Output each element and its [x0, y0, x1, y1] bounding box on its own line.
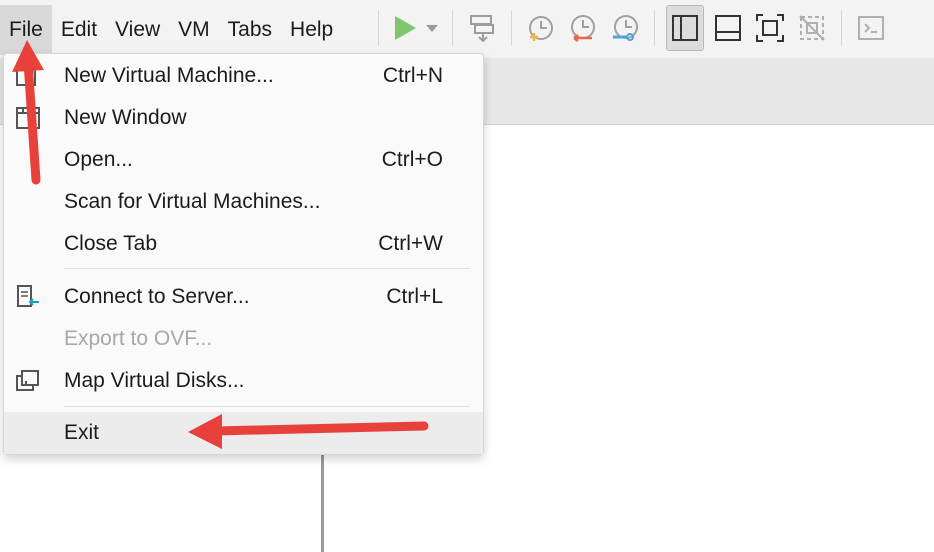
menu-separator	[64, 406, 470, 407]
file-menu-dropdown: New Virtual Machine... Ctrl+N New Window…	[3, 53, 484, 455]
full-screen-icon	[756, 14, 784, 42]
snapshot-icon	[529, 16, 553, 41]
menu-item-label: New Window	[64, 106, 187, 129]
console-view-button[interactable]	[853, 6, 889, 50]
new-vm-icon	[14, 62, 42, 90]
show-library-button[interactable]	[666, 5, 704, 51]
menu-item-scan-for-virtual-machines[interactable]: Scan for Virtual Machines...	[4, 181, 483, 223]
power-dropdown-button[interactable]	[423, 6, 441, 50]
full-screen-button[interactable]	[752, 6, 788, 50]
menu-item-connect-to-server[interactable]: Connect to Server... Ctrl+L	[4, 276, 483, 318]
menu-item-label: Map Virtual Disks...	[64, 369, 245, 392]
menu-item-label: New Virtual Machine...	[64, 64, 274, 87]
menu-edit[interactable]: Edit	[52, 5, 106, 55]
power-on-button[interactable]	[390, 6, 420, 50]
shortcut-label: Ctrl+W	[378, 232, 443, 255]
send-ctrl-alt-del-button[interactable]	[464, 6, 500, 50]
menu-item-label: Close Tab	[64, 232, 158, 255]
toolbar-separator	[378, 10, 379, 46]
menu-separator	[64, 268, 470, 269]
menu-item-open[interactable]: Open... Ctrl+O	[4, 139, 483, 181]
take-snapshot-button[interactable]	[523, 6, 559, 50]
send-keys-icon	[470, 15, 494, 43]
console-view-icon	[858, 16, 884, 40]
revert-snapshot-icon	[571, 15, 595, 42]
menu-item-label: Exit	[64, 421, 100, 444]
new-window-icon	[14, 104, 42, 132]
menu-vm[interactable]: VM	[169, 5, 219, 55]
menu-item-exit[interactable]: Exit	[4, 412, 483, 454]
menu-bar: File Edit View VM Tabs Help	[0, 0, 342, 56]
show-thumbnail-bar-button[interactable]	[710, 6, 746, 50]
shortcut-label: Ctrl+O	[381, 148, 443, 171]
map-disks-icon	[14, 367, 42, 395]
unity-button[interactable]	[794, 6, 830, 50]
toolbar-separator	[654, 10, 655, 46]
menu-item-export-to-ovf: Export to OVF...	[4, 318, 483, 360]
menu-file[interactable]: File	[0, 4, 52, 55]
menu-item-new-virtual-machine[interactable]: New Virtual Machine... Ctrl+N	[4, 55, 483, 97]
menu-tabs[interactable]: Tabs	[219, 5, 281, 55]
snapshot-manager-icon	[613, 15, 638, 41]
shortcut-label: Ctrl+L	[386, 285, 443, 308]
toolbar-separator	[841, 10, 842, 46]
menu-item-label: Scan for Virtual Machines...	[64, 190, 321, 213]
toolbar-separator	[452, 10, 453, 46]
menu-item-label: Open...	[64, 148, 133, 171]
chevron-down-icon	[426, 25, 438, 32]
connect-server-icon	[14, 283, 42, 311]
unity-icon	[799, 15, 825, 41]
bottom-panel-layout-icon	[715, 15, 741, 41]
menu-item-map-virtual-disks[interactable]: Map Virtual Disks...	[4, 360, 483, 402]
play-icon	[395, 16, 416, 40]
top-bar: File Edit View VM Tabs Help	[0, 0, 934, 58]
menu-item-close-tab[interactable]: Close Tab Ctrl+W	[4, 223, 483, 265]
menu-item-new-window[interactable]: New Window	[4, 97, 483, 139]
shortcut-label: Ctrl+N	[382, 64, 443, 87]
sidebar-layout-icon	[672, 15, 698, 41]
menu-view[interactable]: View	[106, 5, 169, 55]
snapshot-manager-button[interactable]	[607, 6, 643, 50]
menu-item-label: Connect to Server...	[64, 285, 250, 308]
toolbar-separator	[511, 10, 512, 46]
menu-help[interactable]: Help	[281, 5, 342, 55]
revert-snapshot-button[interactable]	[565, 6, 601, 50]
toolbar	[370, 0, 892, 56]
menu-item-label: Export to OVF...	[64, 327, 213, 350]
